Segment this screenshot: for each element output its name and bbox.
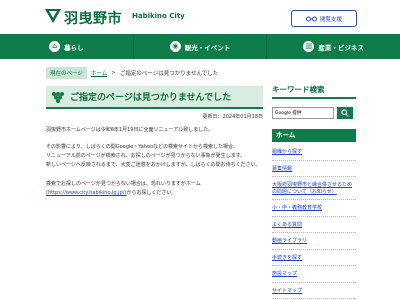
sidebar-item-organization[interactable]: 組織から探す — [272, 144, 356, 161]
paragraph-home-guide: 検索でお探しのページが見つからない場合は、恐れいりますがホーム (https:/… — [46, 180, 266, 198]
sidebar-item-recruitment[interactable]: 募集情報 — [272, 161, 356, 177]
search-input[interactable] — [272, 107, 334, 119]
glasses-icon — [305, 16, 317, 21]
global-nav: ⌂ 暮らし ◉ 観光・イベント ▥ 産業・ビジネス — [0, 34, 400, 59]
paragraph-renewal: 羽曳野市ホームページは令和6年1月19日に全面リニューアル致しました。 — [46, 127, 214, 133]
breadcrumb-badge: 現在のページ — [46, 67, 87, 79]
sidebar: キーワード検索 ホーム 組織から探す 募集情報 大阪府羽曳野市と縁合併させるため… — [272, 84, 356, 299]
nav-item-business[interactable]: ▥ 産業・ビジネス — [267, 34, 400, 59]
paragraph-notice: その影響により、しばらくの間Google・Yahooなどの検索サイトから検索した… — [46, 143, 266, 170]
sidebar-item-video-library[interactable]: 動画ライブラリ — [272, 233, 356, 250]
nav-item-tourism[interactable]: ◉ 観光・イベント — [134, 34, 268, 59]
home-url-link[interactable]: (https://www.city.habikino.lg.jp/) — [46, 190, 126, 196]
accessibility-button-label: 閲覧支援 — [319, 16, 342, 23]
city-logo-icon[interactable] — [45, 9, 61, 25]
sidebar-link-list: 組織から探す 募集情報 大阪府羽曳野市と縁合併させるための問題について（お知らせ… — [272, 144, 356, 299]
guide-line: 検索でお探しのページが見つからない場合は、恐れいりますがホーム — [46, 181, 201, 187]
page-title-box: ご指定のページは見つかりませんでした — [46, 86, 263, 109]
grape-icon — [52, 91, 64, 103]
guide-line-2: (https://www.city.habikino.lg.jp/)からお探しく… — [46, 189, 266, 198]
page-title: ご指定のページは見つかりませんでした — [70, 93, 232, 103]
sidebar-item-merger-notice[interactable]: 大阪府羽曳野市と縁合併させるための問題について（お知らせ） — [272, 177, 356, 200]
sidebar-home-link[interactable]: ホーム — [272, 129, 356, 142]
search-button[interactable] — [337, 107, 353, 119]
sidebar-item-faq[interactable]: よくある質問 — [272, 217, 356, 233]
nav-item-living[interactable]: ⌂ 暮らし — [0, 34, 134, 59]
accessibility-button[interactable]: 閲覧支援 — [291, 10, 357, 27]
nav-item-label: 産業・ビジネス — [318, 43, 364, 52]
site-header: 羽曳野市 Habikino City 閲覧支援 — [0, 0, 400, 34]
sidebar-item-facility-map[interactable]: 施設マップ — [272, 266, 356, 283]
sidebar-item-schools[interactable]: 小・中・義務教育学校 — [272, 200, 356, 217]
sidebar-item-sitemap[interactable]: サイトマップ — [272, 283, 356, 299]
sidebar-item-procedures[interactable]: 手続きを探す — [272, 250, 356, 266]
site-logo-text[interactable]: 羽曳野市 — [64, 8, 122, 28]
breadcrumb-separator: > — [111, 70, 116, 76]
breadcrumb-home-link[interactable]: ホーム — [91, 69, 107, 77]
updated-date: 更新日：2024年01月18日 — [202, 114, 263, 120]
notice-line: リニューアル前のページが検索され、お探しのページが見つからない事象が発生します。 — [46, 153, 246, 159]
notice-line: その影響により、しばらくの間Google・Yahooなどの検索サイトから検索した… — [46, 144, 239, 150]
breadcrumb: 現在のページ ホーム > ご指定のページは見つかりませんでした — [46, 67, 218, 79]
nav-item-label: 暮らし — [64, 43, 84, 52]
search-form — [272, 107, 356, 119]
search-icon — [341, 108, 349, 117]
guide-tail: からお探しください。 — [126, 190, 177, 196]
keyword-search-heading: キーワード検索 — [272, 84, 356, 99]
breadcrumb-current: ご指定のページは見つかりませんでした — [119, 71, 219, 77]
notice-line: 新しいページへ反映されるまで、大変ご迷惑をおかけしますが、しばらくの間お待ちくだ… — [46, 162, 261, 168]
nav-item-label: 観光・イベント — [184, 43, 231, 52]
house-icon: ⌂ — [49, 41, 61, 52]
site-logo-english: Habikino City — [132, 12, 185, 20]
building-icon: ▥ — [303, 41, 315, 52]
camera-icon: ◉ — [169, 41, 181, 52]
